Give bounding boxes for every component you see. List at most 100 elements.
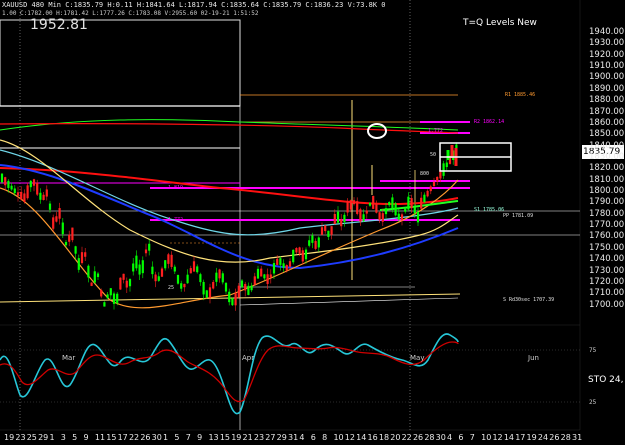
stochastic-oscillator xyxy=(0,333,459,415)
date-axis-tick: 29 xyxy=(276,433,287,442)
candle-body xyxy=(84,252,87,257)
small-label: 1.772 xyxy=(428,128,444,134)
price-axis-tick: 1720.00 xyxy=(589,276,625,287)
candle-body xyxy=(80,252,84,264)
date-axis-tick: 1 xyxy=(49,433,55,442)
candle-body xyxy=(48,203,52,210)
candle-body xyxy=(176,274,180,284)
candle-body xyxy=(13,188,16,194)
date-axis-tick: 8 xyxy=(322,433,328,442)
date-axis-tick: 1 xyxy=(163,433,169,442)
oscillator-label: STO 24, xyxy=(588,375,624,385)
candle-body xyxy=(413,207,416,214)
date-axis-tick: 21 xyxy=(242,433,253,442)
candle-body xyxy=(231,298,234,306)
candle-body xyxy=(183,283,186,288)
candle-body xyxy=(416,211,420,223)
candle-body xyxy=(93,271,96,283)
candle-body xyxy=(23,193,26,202)
date-axis-tick: 22 xyxy=(401,433,412,442)
date-axis-tick: 9 xyxy=(83,433,89,442)
candle-body xyxy=(359,209,362,222)
candle-body xyxy=(77,258,80,270)
candle-body xyxy=(196,266,199,273)
candle-body xyxy=(39,192,42,200)
candle-body xyxy=(215,272,218,282)
date-axis-tick: 28 xyxy=(424,433,435,442)
candle-body xyxy=(320,227,324,235)
price-axis-tick: 1770.00 xyxy=(589,220,625,231)
price-chart-canvas[interactable] xyxy=(0,0,625,445)
candle-body xyxy=(324,225,327,232)
date-axis-tick: 6 xyxy=(310,433,316,442)
candle-body xyxy=(343,214,346,222)
month-label: Jun xyxy=(528,354,539,362)
candle-body xyxy=(186,274,189,284)
candle-body xyxy=(64,241,68,246)
candle-body xyxy=(256,268,260,279)
price-axis-tick: 1800.00 xyxy=(589,186,625,197)
candle-body xyxy=(164,260,167,269)
candle-body xyxy=(426,190,429,197)
candle-body xyxy=(154,274,157,282)
month-label: Apr xyxy=(242,354,255,362)
candle-body xyxy=(151,266,154,275)
candle-body xyxy=(446,150,450,160)
candle-body xyxy=(180,283,183,289)
ma-red xyxy=(0,167,459,206)
candle-body xyxy=(327,230,330,237)
date-axis-tick: 31 xyxy=(288,433,299,442)
candle-body xyxy=(61,222,64,235)
candle-body xyxy=(205,290,208,298)
candle-body xyxy=(250,285,253,291)
price-axis-tick: 1780.00 xyxy=(589,208,625,219)
date-axis-tick: 13 xyxy=(208,433,219,442)
candle-body xyxy=(368,202,372,206)
price-axis-tick: 1810.00 xyxy=(589,174,625,185)
symbol-info-line: XAUUSD 480 Min C:1835.79 H:0.11 H:1841.6… xyxy=(2,1,386,9)
candle-body xyxy=(372,195,375,209)
ma-yellow xyxy=(0,139,459,263)
date-axis-tick: 4 xyxy=(299,433,305,442)
month-label: May xyxy=(410,354,425,362)
candle-body xyxy=(269,274,272,278)
candle-body xyxy=(304,249,308,260)
price-axis-tick: 1830.00 xyxy=(589,151,625,162)
candle-body xyxy=(224,282,228,292)
date-axis-tick: 30 xyxy=(435,433,446,442)
candle-body xyxy=(90,282,93,286)
candle-body xyxy=(352,200,356,205)
candle-body xyxy=(199,274,202,283)
date-axis-tick: 17 xyxy=(515,433,526,442)
candle-body xyxy=(356,201,359,214)
candle-body xyxy=(288,261,292,267)
big-price-readout: 1952.81 xyxy=(30,17,88,33)
s1-level-label: S1 1785.06 xyxy=(474,207,505,213)
candle-body xyxy=(148,243,151,251)
date-axis-tick: 6 xyxy=(458,433,464,442)
candle-body xyxy=(362,214,365,222)
date-axis-tick: 23 xyxy=(15,433,26,442)
date-axis-tick: 26 xyxy=(412,433,424,442)
candle-body xyxy=(138,264,141,275)
date-axis-tick: 26 xyxy=(140,433,151,442)
r2-level-label: R2 1862.14 xyxy=(474,119,505,125)
candle-body xyxy=(397,213,400,220)
price-axis-tick: 1890.00 xyxy=(589,83,625,94)
ma-cyan xyxy=(0,149,459,236)
date-axis-tick: 26 xyxy=(549,433,560,442)
candle-body xyxy=(276,258,279,265)
candle-body xyxy=(445,162,448,168)
candle-body xyxy=(192,261,196,272)
date-axis-tick: 9 xyxy=(197,433,203,442)
candle-body xyxy=(157,276,160,281)
candle-body xyxy=(244,283,247,291)
candle-body xyxy=(144,249,148,254)
candle-body xyxy=(240,280,244,287)
candle-body xyxy=(103,302,106,307)
trading-chart-window: XAUUSD 480 Min C:1835.79 H:0.11 H:1841.6… xyxy=(0,0,625,445)
date-axis-tick: 18 xyxy=(378,433,390,442)
ma-red-slow xyxy=(0,123,459,134)
date-axis-tick: 10 xyxy=(333,433,344,442)
month-label: Mar xyxy=(62,354,76,362)
